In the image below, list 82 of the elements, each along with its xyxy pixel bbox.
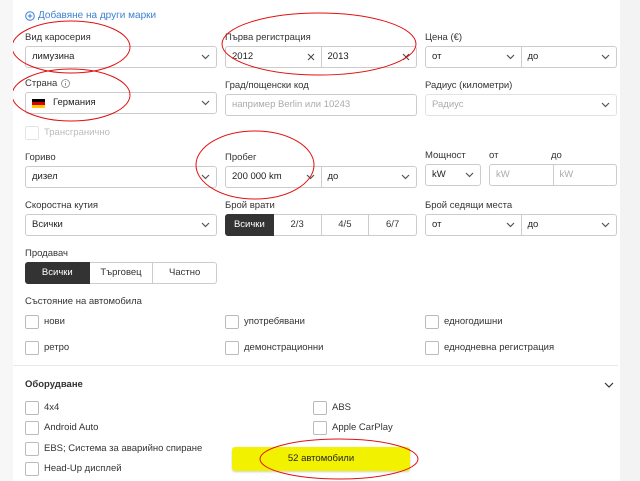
segment-button[interactable]: Търговец	[90, 262, 154, 284]
field-label: Състояние на автомобила	[25, 296, 142, 308]
checkbox-label: демонстрационни	[244, 340, 324, 354]
input-field[interactable]: 2013	[322, 46, 417, 68]
checkbox[interactable]	[25, 442, 39, 456]
field-label: Гориво	[25, 152, 56, 164]
checkbox-label: Apple CarPlay	[332, 421, 393, 436]
segment-button[interactable]: 2/3	[274, 214, 322, 236]
checkbox-label: EBS; Система за аварийно спиране	[44, 442, 202, 456]
field-label: Цена (€)	[425, 32, 462, 43]
checkbox[interactable]	[25, 401, 39, 416]
checkbox[interactable]	[425, 340, 439, 355]
chevron-icon	[401, 174, 410, 180]
checkbox[interactable]	[25, 462, 39, 476]
select-field[interactable]: 200 000 km	[225, 166, 322, 188]
checkbox-label: едногодишни	[444, 315, 503, 330]
info-icon	[61, 78, 70, 88]
field-label: Брой врати	[225, 200, 275, 212]
field-label: Вид каросерия	[25, 32, 91, 43]
chevron-icon	[601, 54, 610, 60]
clear-icon[interactable]	[306, 53, 314, 61]
checkbox-label: ABS	[332, 401, 352, 415]
chevron-icon	[465, 172, 474, 178]
chevron-icon	[306, 174, 314, 180]
results-button[interactable]: 52 автомобили	[232, 447, 410, 471]
checkbox-label: Трансгранично	[44, 126, 110, 140]
checkbox-label: еднодневна регистрация	[444, 340, 554, 354]
select-field[interactable]: дизел	[25, 166, 217, 188]
checkbox[interactable]	[25, 315, 39, 330]
field-label: от	[489, 150, 500, 162]
select-field[interactable]: от	[425, 46, 522, 68]
select-field[interactable]: Всички	[25, 214, 217, 236]
segment-button[interactable]: Всички	[25, 262, 90, 284]
chevron-icon	[601, 102, 610, 108]
field-label: Радиус (километри)	[425, 80, 512, 91]
chevron-icon	[201, 100, 210, 106]
checkbox-label: употребявани	[244, 315, 305, 330]
chevron-icon	[601, 222, 610, 228]
checkbox[interactable]	[425, 315, 439, 330]
checkbox-label: Android Auto	[44, 421, 98, 436]
checkbox[interactable]	[225, 315, 239, 330]
section-title: Оборудване	[25, 378, 83, 392]
segment-button[interactable]: 6/7	[369, 214, 417, 236]
select-field[interactable]: Германия	[25, 92, 217, 114]
field-label: Град/пощенски код	[225, 80, 309, 91]
plus-circle-icon	[25, 11, 35, 21]
select-field[interactable]: до	[522, 46, 617, 68]
select-field[interactable]: до	[522, 214, 617, 236]
input-field[interactable]: 2012	[225, 46, 322, 68]
checkbox[interactable]	[313, 401, 327, 416]
segment-button[interactable]: Частно	[153, 262, 218, 284]
field-label: Брой седящи места	[425, 200, 512, 212]
segment-button[interactable]: 4/5	[322, 214, 370, 236]
chevron-icon	[201, 174, 210, 180]
field-label: Страна	[25, 78, 58, 89]
chevron-icon	[201, 222, 210, 228]
field-label: до	[551, 150, 562, 162]
select-field[interactable]: до	[322, 166, 417, 188]
segment-button[interactable]: Всички	[225, 214, 274, 236]
select-field[interactable]: kW	[425, 164, 481, 186]
checkbox-label: нови	[44, 315, 65, 330]
checkbox-label: ретро	[44, 340, 70, 354]
field-label: Първа регистрация	[225, 32, 311, 43]
checkbox-label: 4x4	[44, 401, 60, 415]
chevron-icon	[506, 222, 514, 228]
add-makes-link[interactable]: Добавяне на други марки	[25, 10, 156, 22]
checkbox[interactable]	[25, 340, 39, 355]
clear-icon[interactable]	[402, 53, 410, 61]
field-label: Мощност	[425, 150, 467, 162]
field-label: Пробег	[225, 152, 256, 164]
select-field[interactable]: лимузина	[25, 46, 217, 68]
checkbox[interactable]	[25, 421, 39, 436]
checkbox[interactable]	[313, 421, 327, 436]
chevron-icon[interactable]	[604, 382, 614, 388]
checkbox[interactable]	[225, 340, 239, 355]
checkbox-label: Head-Up дисплей	[44, 462, 122, 476]
flag-icon	[32, 98, 45, 108]
chevron-icon	[201, 54, 210, 60]
field-label: Продавач	[25, 248, 68, 260]
select-field[interactable]: от	[425, 214, 522, 236]
field-label: Скоростна кутия	[25, 200, 98, 212]
chevron-icon	[506, 54, 514, 60]
